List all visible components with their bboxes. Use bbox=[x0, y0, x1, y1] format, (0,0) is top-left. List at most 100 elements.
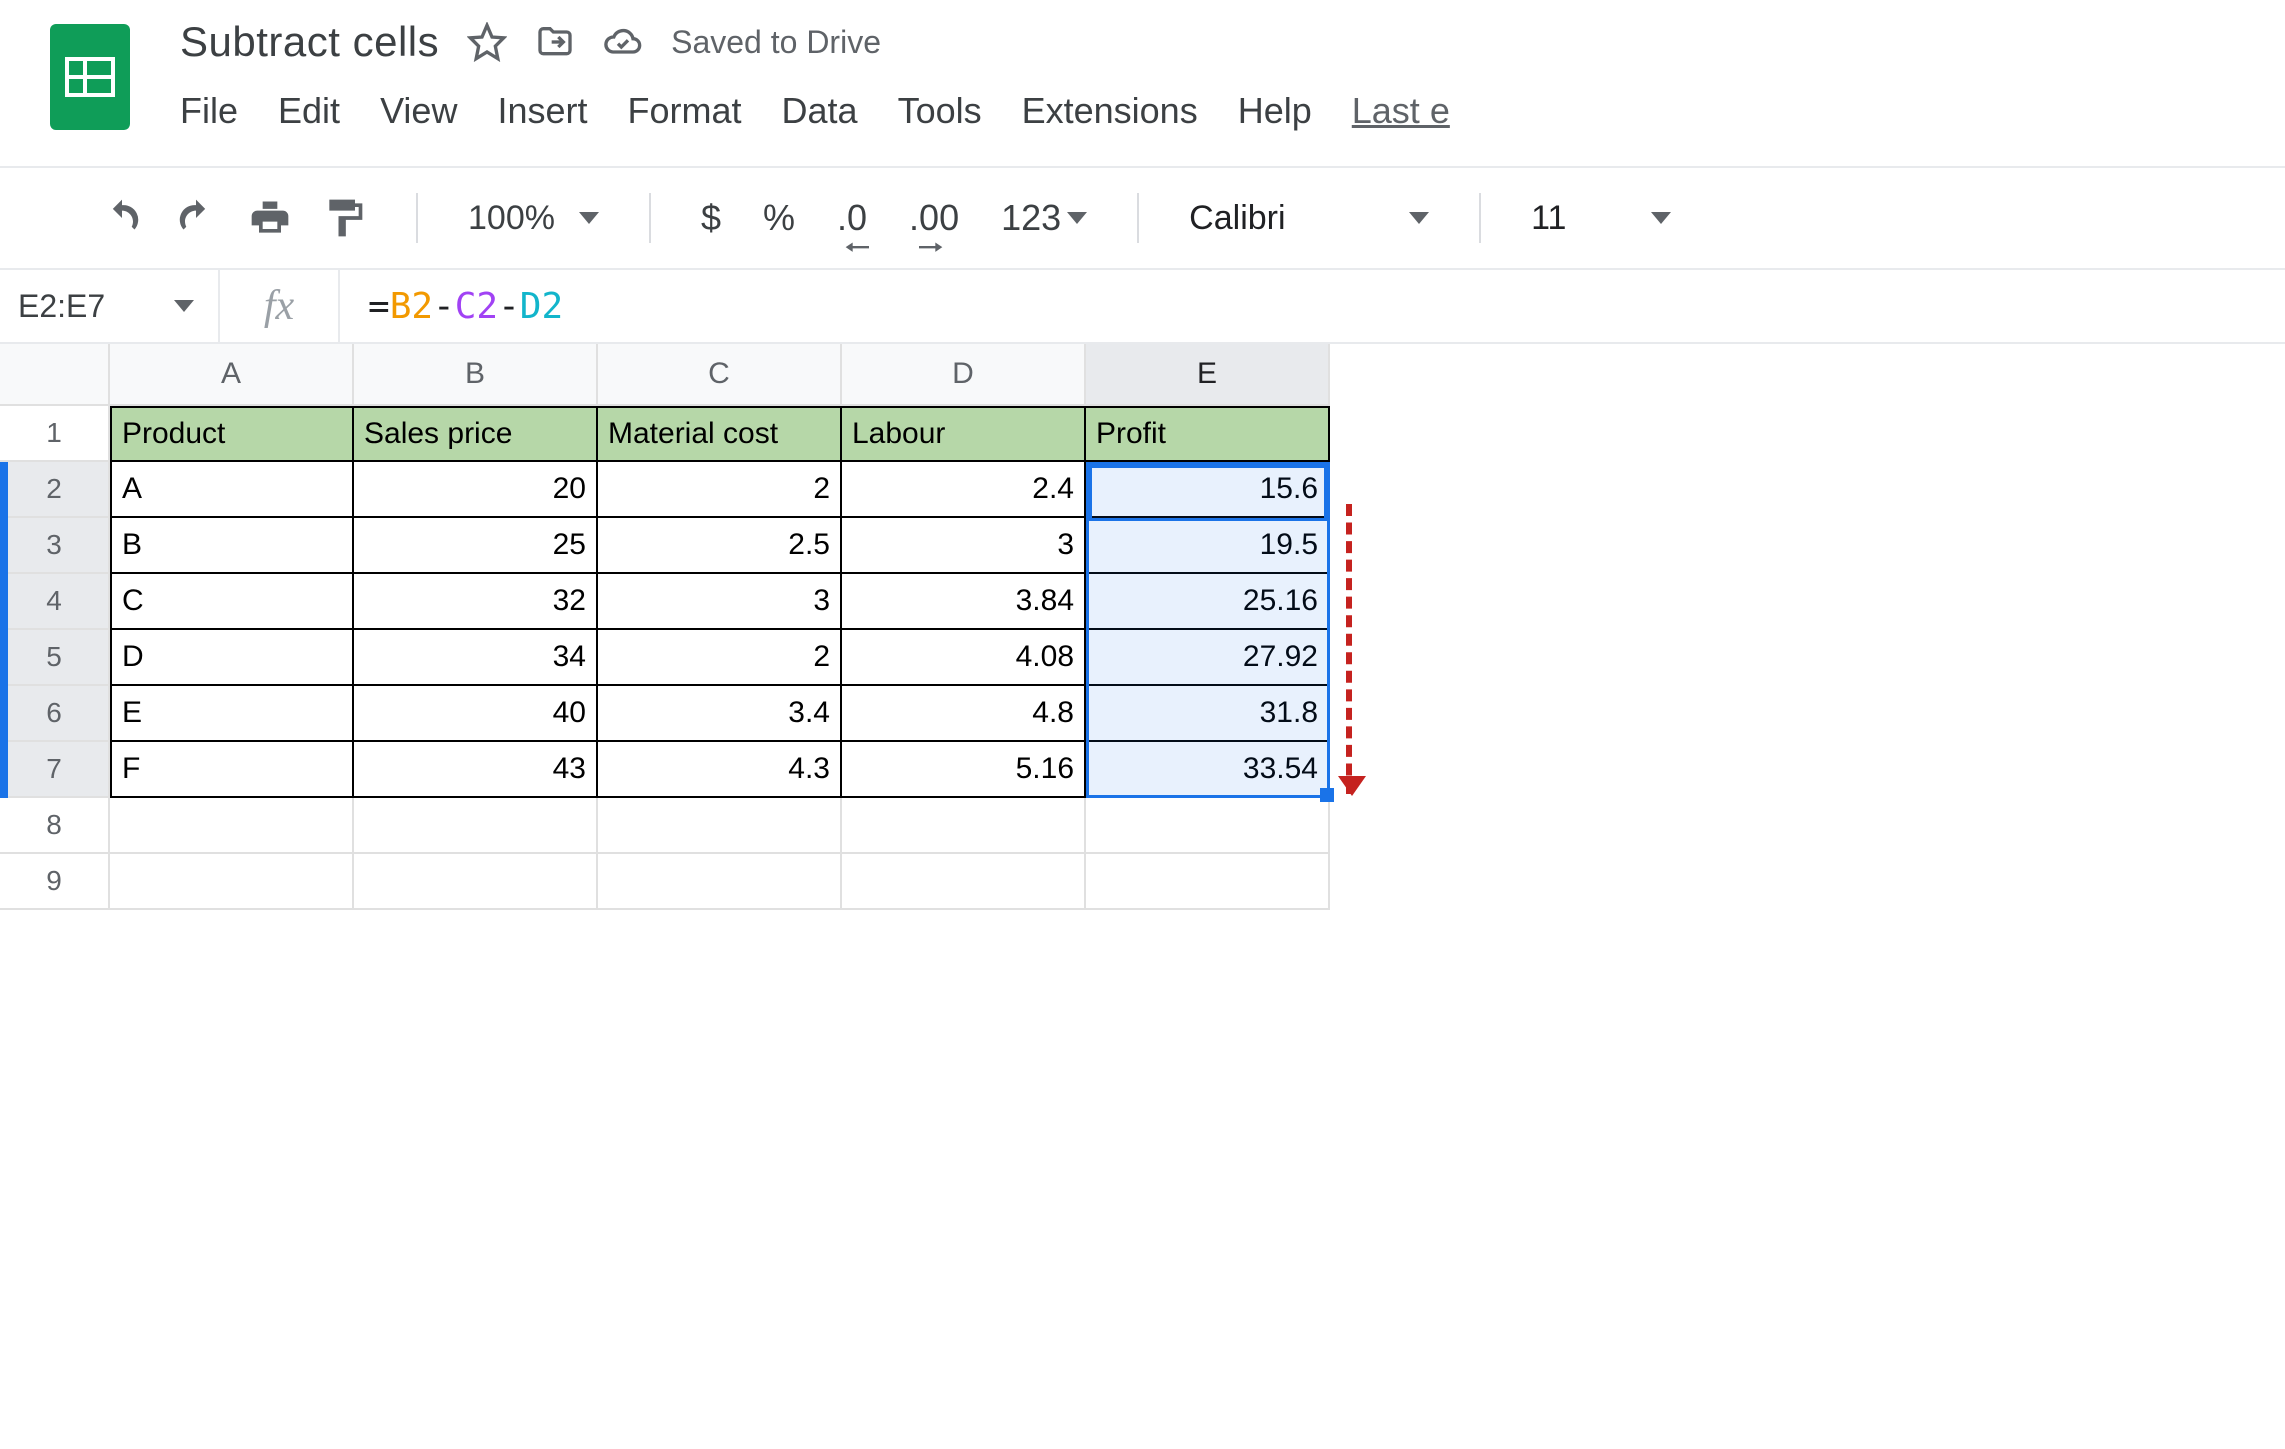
row-header-7[interactable]: 7 bbox=[0, 742, 110, 798]
cell-E8[interactable] bbox=[1086, 798, 1330, 854]
cell-A3[interactable]: B bbox=[110, 518, 354, 574]
cell-D3[interactable]: 3 bbox=[842, 518, 1086, 574]
row-header-2[interactable]: 2 bbox=[0, 462, 110, 518]
menu-data[interactable]: Data bbox=[782, 90, 858, 132]
menu-extensions[interactable]: Extensions bbox=[1022, 90, 1198, 132]
chevron-down-icon bbox=[174, 300, 194, 312]
row-header-3[interactable]: 3 bbox=[0, 518, 110, 574]
format-currency-button[interactable]: $ bbox=[701, 197, 721, 239]
cell-C3[interactable]: 2.5 bbox=[598, 518, 842, 574]
zoom-select[interactable]: 100% bbox=[468, 199, 599, 238]
cell-B2[interactable]: 20 bbox=[354, 462, 598, 518]
cell-A2[interactable]: A bbox=[110, 462, 354, 518]
chevron-down-icon bbox=[579, 212, 599, 224]
name-box[interactable]: E2:E7 bbox=[0, 270, 220, 342]
cell-C2[interactable]: 2 bbox=[598, 462, 842, 518]
drag-arrow-annotation bbox=[1346, 504, 1352, 794]
cell-D7[interactable]: 5.16 bbox=[842, 742, 1086, 798]
cell-A8[interactable] bbox=[110, 798, 354, 854]
cell-D6[interactable]: 4.8 bbox=[842, 686, 1086, 742]
cell-A9[interactable] bbox=[110, 854, 354, 910]
cell-A5[interactable]: D bbox=[110, 630, 354, 686]
cell-C4[interactable]: 3 bbox=[598, 574, 842, 630]
cell-D4[interactable]: 3.84 bbox=[842, 574, 1086, 630]
row-header-4[interactable]: 4 bbox=[0, 574, 110, 630]
cell-C7[interactable]: 4.3 bbox=[598, 742, 842, 798]
cell-D2[interactable]: 2.4 bbox=[842, 462, 1086, 518]
font-family-select[interactable]: Calibri bbox=[1189, 199, 1429, 238]
menu-tools[interactable]: Tools bbox=[898, 90, 982, 132]
format-percent-button[interactable]: % bbox=[763, 197, 795, 239]
cell-B1[interactable]: Sales price bbox=[354, 406, 598, 462]
cell-C5[interactable]: 2 bbox=[598, 630, 842, 686]
cell-E6[interactable]: 31.8 bbox=[1086, 686, 1330, 742]
cell-E9[interactable] bbox=[1086, 854, 1330, 910]
cell-D8[interactable] bbox=[842, 798, 1086, 854]
increase-decimal-button[interactable]: .00 bbox=[909, 197, 959, 239]
cell-B6[interactable]: 40 bbox=[354, 686, 598, 742]
row-header-5[interactable]: 5 bbox=[0, 630, 110, 686]
cell-C9[interactable] bbox=[598, 854, 842, 910]
sheets-logo-icon[interactable] bbox=[50, 24, 130, 130]
titlebar: Subtract cells Saved to Drive File Edit … bbox=[0, 0, 2285, 166]
cell-B9[interactable] bbox=[354, 854, 598, 910]
row-header-8[interactable]: 8 bbox=[0, 798, 110, 854]
cell-C8[interactable] bbox=[598, 798, 842, 854]
print-icon[interactable] bbox=[248, 196, 292, 240]
decrease-decimal-button[interactable]: .0 bbox=[837, 197, 867, 239]
cell-D9[interactable] bbox=[842, 854, 1086, 910]
row-header-6[interactable]: 6 bbox=[0, 686, 110, 742]
cell-D5[interactable]: 4.08 bbox=[842, 630, 1086, 686]
paint-format-icon[interactable] bbox=[322, 196, 366, 240]
row-header-1[interactable]: 1 bbox=[0, 406, 110, 462]
col-header-A[interactable]: A bbox=[110, 344, 354, 406]
chevron-down-icon bbox=[1409, 212, 1429, 224]
move-folder-icon[interactable] bbox=[535, 22, 575, 62]
cell-E4[interactable]: 25.16 bbox=[1086, 574, 1330, 630]
menu-format[interactable]: Format bbox=[628, 90, 742, 132]
cell-A6[interactable]: E bbox=[110, 686, 354, 742]
select-all-corner[interactable] bbox=[0, 344, 110, 406]
chevron-down-icon bbox=[1651, 212, 1671, 224]
cell-B7[interactable]: 43 bbox=[354, 742, 598, 798]
document-title[interactable]: Subtract cells bbox=[180, 18, 439, 66]
formula-input[interactable]: =B2-C2-D2 bbox=[340, 286, 563, 327]
row-header-9[interactable]: 9 bbox=[0, 854, 110, 910]
cell-E3[interactable]: 19.5 bbox=[1086, 518, 1330, 574]
font-size-select[interactable]: 11 bbox=[1531, 199, 1671, 238]
cell-B3[interactable]: 25 bbox=[354, 518, 598, 574]
more-formats-button[interactable]: 123 bbox=[1001, 197, 1087, 239]
cell-B5[interactable]: 34 bbox=[354, 630, 598, 686]
saved-status: Saved to Drive bbox=[671, 24, 881, 61]
col-header-D[interactable]: D bbox=[842, 344, 1086, 406]
menu-last-edit[interactable]: Last e bbox=[1352, 90, 1450, 132]
cell-E1[interactable]: Profit bbox=[1086, 406, 1330, 462]
redo-icon[interactable] bbox=[174, 196, 218, 240]
menu-file[interactable]: File bbox=[180, 90, 238, 132]
spreadsheet-grid[interactable]: 1 2 3 4 5 6 7 8 9 A B C D E Product Sale… bbox=[0, 344, 2285, 910]
cell-A1[interactable]: Product bbox=[110, 406, 354, 462]
menu-help[interactable]: Help bbox=[1238, 90, 1312, 132]
menu-edit[interactable]: Edit bbox=[278, 90, 340, 132]
cell-E2[interactable]: 15.6 bbox=[1086, 462, 1330, 518]
font-size-value: 11 bbox=[1531, 199, 1566, 238]
cell-D1[interactable]: Labour bbox=[842, 406, 1086, 462]
menu-view[interactable]: View bbox=[380, 90, 457, 132]
cell-E5[interactable]: 27.92 bbox=[1086, 630, 1330, 686]
star-icon[interactable] bbox=[467, 22, 507, 62]
cell-C1[interactable]: Material cost bbox=[598, 406, 842, 462]
cloud-saved-icon[interactable] bbox=[603, 22, 643, 62]
cell-B8[interactable] bbox=[354, 798, 598, 854]
col-header-E[interactable]: E bbox=[1086, 344, 1330, 406]
cell-E7[interactable]: 33.54 bbox=[1086, 742, 1330, 798]
menu-bar: File Edit View Insert Format Data Tools … bbox=[180, 90, 1450, 132]
cell-C6[interactable]: 3.4 bbox=[598, 686, 842, 742]
cell-B4[interactable]: 32 bbox=[354, 574, 598, 630]
toolbar: 100% $ % .0 .00 123 Calibri 11 bbox=[0, 168, 2285, 268]
cell-A4[interactable]: C bbox=[110, 574, 354, 630]
col-header-B[interactable]: B bbox=[354, 344, 598, 406]
menu-insert[interactable]: Insert bbox=[497, 90, 587, 132]
cell-A7[interactable]: F bbox=[110, 742, 354, 798]
col-header-C[interactable]: C bbox=[598, 344, 842, 406]
undo-icon[interactable] bbox=[100, 196, 144, 240]
